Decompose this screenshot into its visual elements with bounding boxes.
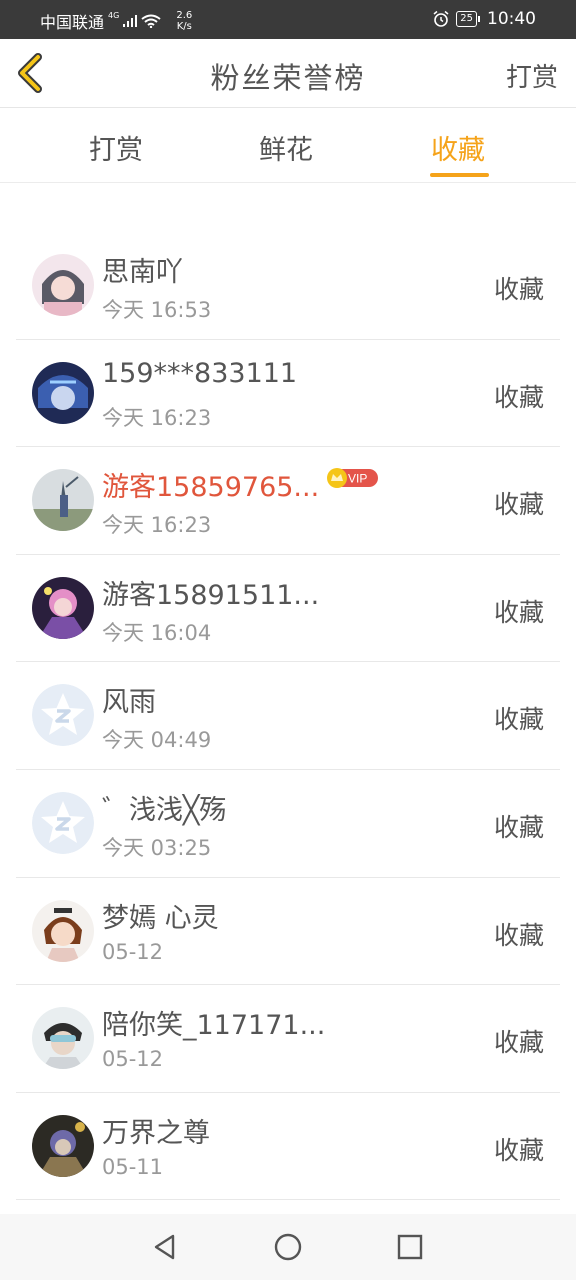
vip-badge-label: VIP — [348, 472, 367, 486]
system-nav-bar — [0, 1214, 576, 1280]
collect-label: 收藏 — [493, 812, 544, 842]
list-item[interactable]: 万界之尊 05-11 收藏 — [16, 1093, 560, 1201]
alarm-icon — [433, 10, 449, 27]
fan-time: 05-12 — [102, 939, 164, 964]
fan-name: 风雨 — [102, 687, 156, 719]
avatar — [32, 254, 94, 316]
list-item[interactable]: 思南吖 今天 16:53 收藏 — [16, 232, 560, 340]
fan-name: 游客15859765... — [102, 472, 320, 504]
fan-name: 思南吖 — [102, 257, 183, 288]
tab-reward[interactable]: 打赏 — [89, 128, 143, 167]
fan-list: 思南吖 今天 16:53 收藏 159***833111 今天 16:23 收藏… — [16, 232, 560, 1201]
reward-button[interactable]: 打赏 — [506, 57, 558, 94]
collect-label: 收藏 — [493, 920, 544, 950]
fan-name: 159***833111 — [102, 357, 298, 389]
tab-collect[interactable]: 收藏 — [431, 128, 485, 167]
status-bar: 中国联通 4G 2.6 K/s 25 10:40 — [0, 0, 576, 39]
fan-time: 今天 16:23 — [102, 513, 212, 538]
avatar — [32, 1114, 94, 1177]
carrier-name: 中国联通 — [40, 13, 105, 32]
avatar — [32, 899, 94, 962]
default-avatar-icon — [32, 684, 94, 747]
home-circle-icon[interactable] — [273, 1232, 303, 1262]
fan-time: 今天 03:25 — [102, 835, 212, 860]
recents-square-icon[interactable] — [395, 1232, 425, 1262]
fan-time: 05-11 — [102, 1154, 164, 1179]
fan-time: 05-12 — [102, 1047, 164, 1072]
avatar — [32, 1007, 94, 1070]
wifi-icon — [141, 14, 161, 28]
collect-label: 收藏 — [493, 490, 544, 520]
vip-badge-icon: VIP — [327, 468, 378, 489]
fan-name: 万界之尊 — [102, 1117, 210, 1149]
collect-label: 收藏 — [493, 597, 544, 627]
status-left: 中国联通 4G 2.6 K/s — [40, 9, 197, 33]
fan-name: 梦嫣 心灵 — [102, 902, 219, 934]
status-right: 25 10:40 — [432, 9, 536, 29]
avatar — [32, 361, 94, 424]
default-avatar-icon — [32, 791, 94, 854]
tab-flowers[interactable]: 鲜花 — [259, 128, 313, 167]
fan-name: 游客15891511... — [102, 579, 320, 611]
fan-name: 陪你笑_117171... — [102, 1010, 326, 1042]
app-header: 粉丝荣誉榜 打赏 — [0, 39, 576, 108]
battery-icon: 25 — [456, 11, 480, 27]
list-item[interactable]: 159***833111 今天 16:23 收藏 — [16, 340, 560, 448]
fan-time: 今天 16:23 — [102, 405, 212, 430]
page-title: 粉丝荣誉榜 — [210, 61, 366, 95]
list-item[interactable]: 游客15859765... 今天 16:23 收藏 VIP — [16, 447, 560, 555]
back-triangle-icon[interactable] — [150, 1232, 180, 1262]
fan-time: 今天 16:53 — [102, 298, 212, 322]
fan-name: ゛浅浅╳殇 — [102, 794, 227, 826]
list-item[interactable]: 游客15891511... 今天 16:04 收藏 — [16, 555, 560, 663]
signal-icon — [123, 15, 138, 27]
avatar — [32, 469, 94, 532]
collect-label: 收藏 — [493, 705, 544, 735]
list-item[interactable]: ゛浅浅╳殇 今天 03:25 收藏 — [16, 770, 560, 878]
fan-time: 今天 16:04 — [102, 620, 212, 645]
clock: 10:40 — [487, 9, 536, 29]
list-item[interactable]: 陪你笑_117171... 05-12 收藏 — [16, 985, 560, 1093]
fan-time: 今天 04:49 — [102, 728, 212, 753]
collect-label: 收藏 — [493, 275, 544, 304]
network-speed: 2.6 K/s — [176, 10, 193, 32]
tab-active-indicator — [430, 173, 489, 177]
list-item[interactable]: 梦嫣 心灵 05-12 收藏 — [16, 878, 560, 986]
collect-label: 收藏 — [493, 382, 544, 412]
tab-bar: 打赏 鲜花 收藏 — [0, 108, 576, 183]
network-type: 4G — [108, 10, 120, 20]
collect-label: 收藏 — [493, 1028, 544, 1058]
collect-label: 收藏 — [493, 1135, 544, 1165]
list-item[interactable]: 风雨 今天 04:49 收藏 — [16, 662, 560, 770]
avatar — [32, 576, 94, 639]
